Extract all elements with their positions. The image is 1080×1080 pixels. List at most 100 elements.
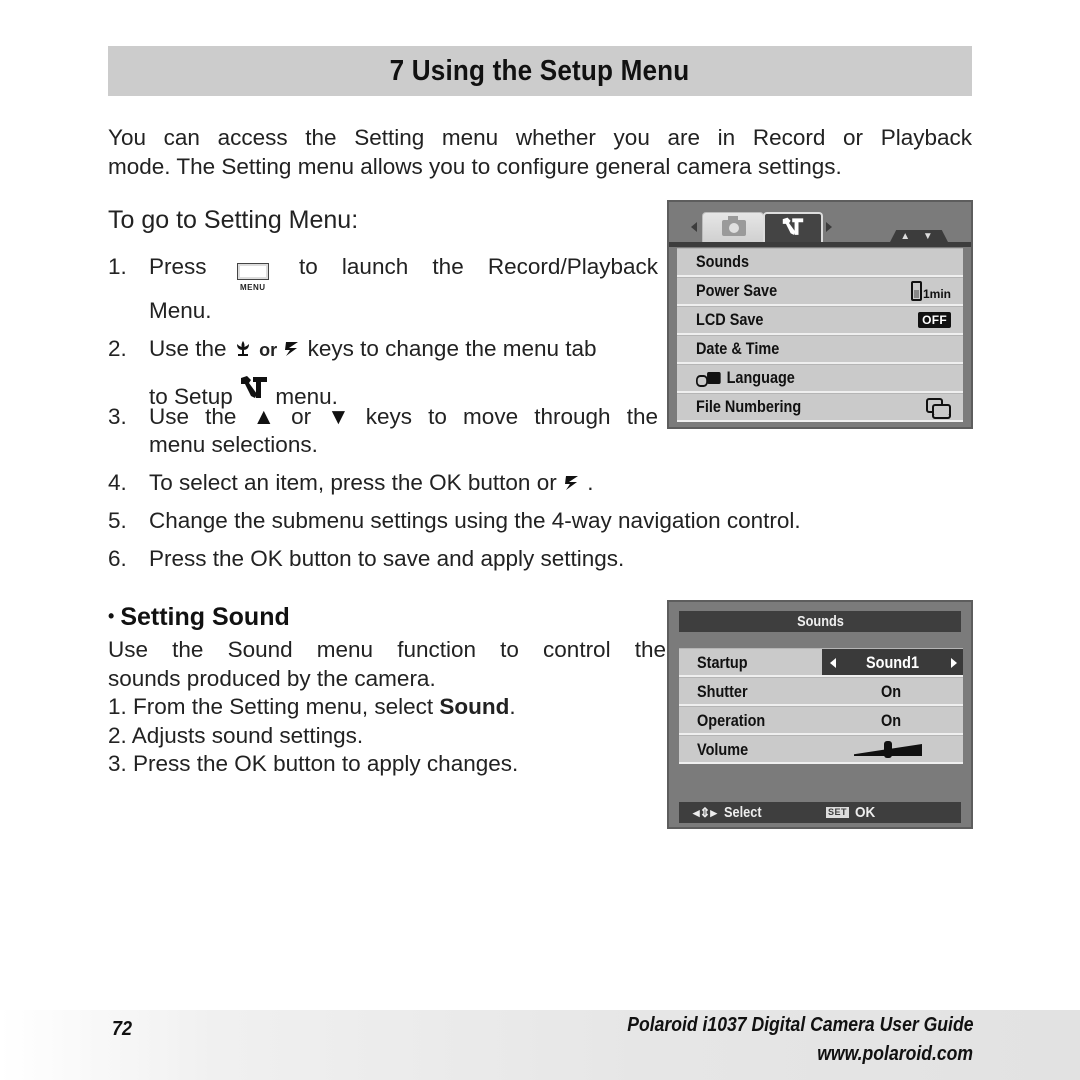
power-save-value: 1min	[910, 281, 951, 301]
power-save-value-text: 1min	[922, 287, 951, 301]
sound-item-label: Operation	[697, 711, 766, 730]
volume-slider[interactable]	[854, 741, 922, 758]
menu-item-file-numbering[interactable]: File Numbering	[677, 393, 963, 422]
step-number: 3.	[108, 404, 127, 429]
setup-menu-list: Sounds Power Save 1min LCD Save OFF Date…	[677, 248, 963, 422]
menu-item-sounds[interactable]: Sounds	[677, 248, 963, 277]
sound-step-3: 3. Press the OK button to apply changes.	[108, 751, 519, 777]
startup-value: Sound1	[866, 653, 919, 672]
select-hint: Select	[724, 804, 762, 821]
sound-step-end: .	[509, 694, 516, 720]
setup-menu-screenshot: ▲ ▼ Sounds Power Save 1min LCD Save OFF …	[667, 200, 973, 429]
step-number: 4.	[108, 470, 127, 495]
operation-value: On	[880, 711, 902, 730]
flash-key-icon	[563, 470, 581, 496]
step-text: Use the ▲ or ▼ keys to move through the	[149, 404, 658, 430]
sounds-screen-title: Sounds	[679, 611, 961, 632]
tab-camera[interactable]	[702, 212, 764, 244]
website-link[interactable]: www.polaroid.com	[817, 1043, 973, 1066]
intro-line: You can access the Setting menu whether …	[108, 125, 972, 150]
menu-item-lcd-save[interactable]: LCD Save OFF	[677, 306, 963, 335]
sound-item-startup[interactable]: Startup Sound1	[679, 648, 963, 677]
battery-icon	[910, 281, 922, 301]
startup-selector[interactable]: Sound1	[822, 649, 963, 675]
sound-item-volume[interactable]: Volume	[679, 735, 963, 764]
step-text-pre: Press	[149, 254, 207, 279]
right-arrow-icon[interactable]	[951, 658, 957, 668]
section-heading-text: Setting Sound	[120, 603, 290, 631]
setting-sound-body: Use the Sound menu function to control t…	[108, 636, 666, 779]
step-text-main: To select an item, press the OK button o…	[149, 470, 557, 495]
setting-sound-heading: • Setting Sound	[108, 603, 290, 632]
sound-item-shutter[interactable]: Shutter On	[679, 677, 963, 706]
body-line: sounds produced by the camera.	[108, 665, 436, 691]
menu-button-icon: MENU	[236, 263, 269, 292]
sound-item-label: Volume	[697, 740, 749, 759]
menu-item-label: Date & Time	[696, 339, 780, 358]
intro-paragraph: You can access the Setting menu whether …	[108, 123, 972, 181]
set-button-icon: SET	[826, 807, 850, 818]
sounds-list: Startup Sound1 Shutter On Operation On V…	[679, 648, 963, 764]
language-icon	[696, 372, 723, 387]
setup-tools-icon	[765, 216, 821, 244]
volume-slider-knob[interactable]	[884, 741, 892, 758]
step-number: 2.	[108, 336, 127, 361]
chapter-title: 7 Using the Setup Menu	[390, 54, 690, 87]
menu-item-label: Language	[726, 368, 795, 387]
step-text: Press MENU to launch the Record/Playback	[149, 254, 658, 292]
goto-heading: To go to Setting Menu:	[108, 206, 359, 234]
menu-item-power-save[interactable]: Power Save 1min	[677, 277, 963, 306]
sound-item-operation[interactable]: Operation On	[679, 706, 963, 735]
step-text-post: keys to move through the	[365, 404, 658, 429]
step-text-cont: Menu.	[149, 298, 212, 323]
bullet-icon: •	[108, 606, 115, 626]
step-text-pre: Use the	[149, 336, 227, 361]
step-text: Press the OK button to save and apply se…	[149, 546, 625, 571]
intro-line: mode. The Setting menu allows you to con…	[108, 154, 842, 179]
step-number: 6.	[108, 546, 127, 571]
up-arrow-icon: ▲	[252, 404, 275, 429]
tab-setup[interactable]	[763, 212, 823, 244]
file-numbering-icon	[925, 397, 951, 419]
sound-item-label: Shutter	[697, 682, 748, 701]
step-text: Change the submenu settings using the 4-…	[149, 508, 801, 533]
menu-item-label-wrap: Language	[696, 368, 795, 388]
sound-step-1: 1. From the Setting menu, select Sound.	[108, 693, 666, 722]
menu-item-language[interactable]: Language	[677, 364, 963, 393]
down-arrow-icon: ▼	[327, 404, 350, 429]
step-number: 5.	[108, 508, 127, 533]
step-text-cont: menu selections.	[149, 432, 318, 457]
tabs-divider	[669, 242, 971, 247]
lcd-save-off-badge: OFF	[918, 312, 951, 328]
step-text-pre: Use the	[149, 404, 237, 429]
macro-key-icon	[233, 336, 253, 362]
camera-icon	[722, 216, 746, 236]
sounds-title-text: Sounds	[796, 613, 844, 630]
body-line: Use the Sound menu function to control t…	[108, 637, 666, 662]
menu-item-date-time[interactable]: Date & Time	[677, 335, 963, 364]
step-text-post: to launch the Record/Playback	[298, 254, 658, 279]
tab-left-arrow-icon[interactable]	[691, 222, 697, 232]
menu-item-label: File Numbering	[696, 397, 802, 416]
guide-title: Polaroid i1037 Digital Camera User Guide	[626, 1014, 973, 1036]
menu-item-label: Power Save	[696, 281, 778, 300]
four-way-nav-icon: ◂⇕▸	[693, 805, 717, 820]
sound-item-label: Startup	[697, 653, 748, 672]
page-footer: 72 Polaroid i1037 Digital Camera User Gu…	[0, 1010, 1080, 1080]
page-number: 72	[112, 1018, 133, 1040]
menu-item-label: Sounds	[696, 252, 749, 271]
sounds-menu-screenshot: Sounds Startup Sound1 Shutter On Operati…	[667, 600, 973, 829]
flash-key-icon	[283, 336, 301, 362]
tab-right-arrow-icon[interactable]	[826, 222, 832, 232]
ok-hint: OK	[855, 804, 876, 821]
step-text-post: keys to change the menu tab	[307, 336, 597, 361]
step-text: Use the or keys to change the menu tab	[149, 336, 658, 362]
step-number: 1.	[108, 254, 127, 279]
sound-step-2: 2. Adjusts sound settings.	[108, 722, 364, 748]
or-label: or	[259, 340, 278, 360]
step-text: To select an item, press the OK button o…	[149, 470, 594, 496]
menu-tabs: ▲ ▼	[669, 202, 971, 247]
sounds-bottom-bar: ◂⇕▸ Select SET OK	[679, 802, 961, 823]
or-label: or	[291, 404, 312, 429]
sound-keyword: Sound	[439, 694, 510, 720]
